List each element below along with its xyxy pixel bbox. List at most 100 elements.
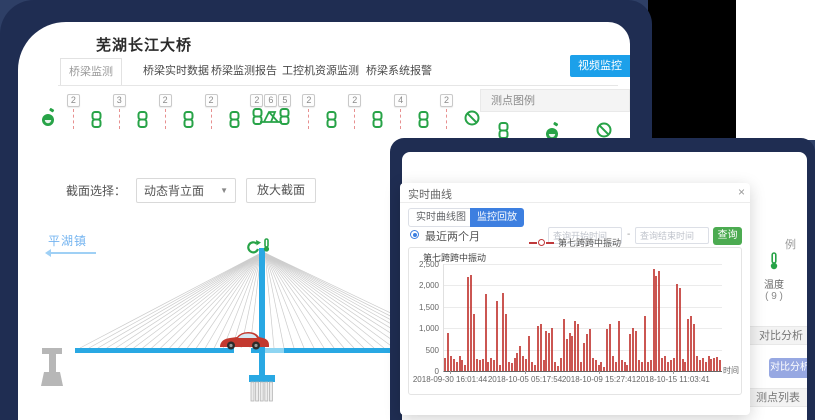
dialog-header: 实时曲线 × bbox=[400, 183, 750, 203]
chart-bar bbox=[577, 324, 579, 371]
chart-bar bbox=[560, 358, 562, 371]
y-tick-label: 2,500 bbox=[409, 260, 439, 269]
chart-bar bbox=[592, 358, 594, 371]
tab-monitor-report[interactable]: 桥梁监测报告 bbox=[211, 58, 277, 85]
background-white-panel bbox=[736, 0, 815, 140]
chain-icon[interactable] bbox=[229, 94, 240, 128]
chart-bar bbox=[534, 365, 536, 371]
chart-bar bbox=[545, 331, 547, 371]
chart-bar bbox=[566, 339, 568, 371]
chart-bar bbox=[479, 360, 481, 371]
badge-value: 3 bbox=[113, 94, 126, 107]
chart-bar bbox=[496, 301, 498, 371]
chain-icon[interactable] bbox=[372, 94, 383, 128]
sensor-count-badge[interactable]: 2 bbox=[205, 94, 218, 129]
badge-value: 5 bbox=[278, 94, 291, 107]
chain-icon[interactable] bbox=[183, 94, 194, 128]
chain-icon[interactable] bbox=[326, 94, 337, 128]
thermometer-icon bbox=[769, 257, 779, 274]
sensor-count-badge[interactable]: 2 bbox=[348, 94, 361, 129]
sensor-count-badge[interactable]: 2 bbox=[302, 94, 315, 129]
chart-bar bbox=[676, 284, 678, 371]
chart-bar bbox=[647, 362, 649, 371]
tab-realtime-curve[interactable]: 实时曲线图 bbox=[408, 208, 474, 227]
left-abutment bbox=[41, 348, 63, 386]
tab-ipc-resource[interactable]: 工控机资源监测 bbox=[282, 58, 359, 85]
temperature-label: 温度 bbox=[752, 276, 796, 291]
chart-bar bbox=[682, 359, 684, 371]
chart-bar bbox=[667, 362, 669, 371]
chart-bar bbox=[661, 358, 663, 371]
badge-value: 2 bbox=[302, 94, 315, 107]
chart-bar bbox=[719, 360, 721, 371]
chart-bar bbox=[583, 343, 585, 371]
chart-bar bbox=[519, 346, 521, 371]
chart-bar bbox=[447, 333, 449, 372]
sensor-count-badge[interactable]: 2 bbox=[67, 94, 80, 129]
badge-value: 2 bbox=[67, 94, 80, 107]
sensor-count-badge[interactable]: 3 bbox=[113, 94, 126, 129]
gauge-icon[interactable] bbox=[40, 94, 56, 127]
chart-bar bbox=[595, 360, 597, 371]
chart-bar bbox=[609, 324, 611, 371]
chart-bar bbox=[650, 360, 652, 371]
chart-bar bbox=[461, 360, 463, 371]
chart-bar bbox=[586, 334, 588, 371]
chart-bar bbox=[632, 328, 634, 371]
sensor-count-badge[interactable]: 2 bbox=[159, 94, 172, 129]
dashed-line bbox=[308, 109, 309, 129]
background-black-panel bbox=[648, 0, 736, 140]
tab-bridge-monitor[interactable]: 桥梁监测 bbox=[60, 58, 122, 85]
chart-bar bbox=[624, 362, 626, 371]
chart-bar bbox=[615, 362, 617, 371]
sensor-cluster[interactable]: 265 bbox=[250, 94, 291, 130]
chart-bar bbox=[516, 353, 518, 371]
chart-bar bbox=[589, 329, 591, 371]
chart-bar bbox=[569, 333, 571, 372]
chart-bar bbox=[470, 275, 472, 371]
chart-bar bbox=[450, 356, 452, 371]
chart-bar bbox=[508, 362, 510, 371]
chart-bar bbox=[514, 358, 516, 371]
chain-icon[interactable] bbox=[418, 94, 429, 128]
close-icon[interactable]: × bbox=[738, 184, 745, 200]
chart-bar bbox=[554, 362, 556, 371]
chart-bar bbox=[658, 271, 660, 371]
temperature-legend-item[interactable]: 温度 ( 9 ) bbox=[752, 252, 796, 302]
zoom-section-button[interactable]: 放大截面 bbox=[246, 178, 316, 203]
chart-bar bbox=[612, 356, 614, 371]
dashed-line bbox=[354, 109, 355, 129]
legend-panel-title: 测点图例 bbox=[480, 89, 630, 112]
compare-analysis-button[interactable]: 对比分析 bbox=[769, 358, 807, 378]
chart-bar bbox=[557, 366, 559, 371]
chart-bar bbox=[702, 358, 704, 371]
chart-bar bbox=[606, 329, 608, 371]
tower-piles bbox=[251, 382, 272, 401]
chart-bar bbox=[690, 316, 692, 371]
chain-icon[interactable] bbox=[91, 94, 102, 128]
badge-value: 2 bbox=[250, 94, 263, 107]
section-select-label: 截面选择： bbox=[66, 182, 126, 199]
tab-system-alarm[interactable]: 桥梁系统报警 bbox=[366, 58, 432, 85]
chart-bar bbox=[696, 356, 698, 371]
sensor-count-badge[interactable]: 4 bbox=[394, 94, 407, 129]
chart-bar bbox=[716, 357, 718, 371]
no-entry-icon[interactable] bbox=[464, 94, 480, 126]
chain-icon[interactable] bbox=[137, 94, 148, 128]
chart-bar bbox=[670, 360, 672, 371]
chart-bar bbox=[621, 360, 623, 371]
chart-bar bbox=[473, 314, 475, 371]
chart-bar bbox=[635, 331, 637, 371]
tab-monitor-playback[interactable]: 监控回放 bbox=[470, 208, 524, 227]
chart-bar bbox=[644, 316, 646, 371]
chart-bar bbox=[511, 363, 513, 371]
chain-icon bbox=[279, 108, 290, 130]
tab-realtime-data[interactable]: 桥梁实时数据 bbox=[143, 58, 209, 85]
sensor-count-badge[interactable]: 2 bbox=[440, 94, 453, 129]
chart-bar bbox=[482, 359, 484, 371]
video-monitor-button[interactable]: 视频监控 bbox=[570, 55, 630, 77]
section-select-dropdown[interactable]: 动态背立面 ▼ bbox=[136, 178, 236, 203]
chart-bar bbox=[464, 365, 466, 371]
chart-bar bbox=[693, 324, 695, 371]
chart-bar bbox=[467, 277, 469, 371]
